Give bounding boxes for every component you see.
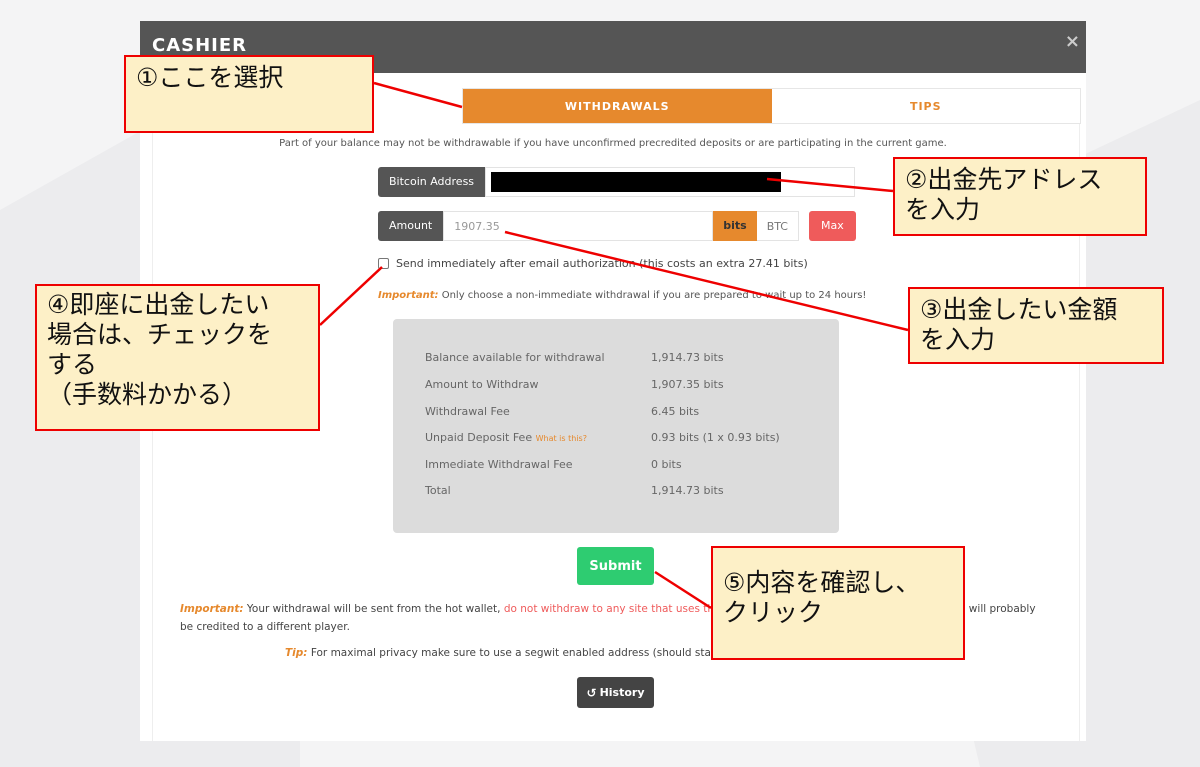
history-icon: ↺ (586, 685, 597, 700)
redacted-address (491, 172, 782, 192)
warning-prefix: Important: (180, 603, 244, 615)
summary-row: Unpaid Deposit Fee What is this? 0.93 bi… (425, 431, 825, 444)
tip-text: For maximal privacy make sure to use a s… (310, 647, 739, 659)
close-icon[interactable]: × (1065, 31, 1080, 52)
summary-value: 6.45 bits (651, 405, 700, 418)
callout-enter-amount: ③出金したい金額 を入力 (908, 287, 1164, 364)
tip-prefix: Tip: (285, 647, 308, 659)
summary-label: Amount to Withdraw (425, 378, 539, 391)
warning-text: Your withdrawal will be sent from the ho… (246, 603, 501, 615)
summary-value: 1,914.73 bits (651, 484, 724, 497)
history-label: History (599, 686, 645, 699)
important-note: Important: Only choose a non-immediate w… (378, 290, 866, 301)
amount-input[interactable] (444, 212, 713, 240)
callout-select-tab: ①ここを選択 (124, 55, 374, 133)
submit-button[interactable]: Submit (577, 547, 654, 585)
summary-value: 0 bits (651, 458, 682, 471)
callout-enter-address: ②出金先アドレス を入力 (893, 157, 1147, 236)
bitcoin-address-row: Bitcoin Address (378, 167, 856, 197)
warning-text-tail: s will probably (960, 603, 1036, 615)
important-text: Only choose a non-immediate withdrawal i… (441, 290, 867, 301)
privacy-tip: Tip: For maximal privacy make sure to us… (285, 647, 738, 659)
tab-withdrawals[interactable]: WITHDRAWALS (463, 89, 772, 123)
amount-label: Amount (378, 211, 444, 241)
summary-label: Balance available for withdrawal (425, 351, 605, 364)
unit-btc-button[interactable]: BTC (756, 211, 799, 241)
bitcoin-address-box (485, 167, 856, 197)
tab-tips[interactable]: TIPS (771, 89, 1080, 123)
summary-label: Withdrawal Fee (425, 405, 510, 418)
withdrawal-summary: Balance available for withdrawal 1,914.7… (393, 319, 839, 533)
callout-confirm-click: ⑤内容を確認し、 クリック (711, 546, 965, 660)
immediate-withdrawal-row: Send immediately after email authorizati… (378, 257, 808, 270)
summary-label: Total (425, 484, 451, 497)
callout-immediate-option: ④即座に出金したい 場合は、チェックを する （手数料かかる） (35, 284, 320, 431)
summary-value: 1,914.73 bits (651, 351, 724, 364)
modal-title: CASHIER (152, 35, 248, 56)
what-is-this-link[interactable]: What is this? (536, 434, 587, 443)
bitcoin-address-label: Bitcoin Address (378, 167, 486, 197)
summary-value: 1,907.35 bits (651, 378, 724, 391)
summary-row: Balance available for withdrawal 1,914.7… (425, 351, 825, 364)
history-button[interactable]: ↺ History (577, 677, 654, 708)
summary-value: 0.93 bits (1 x 0.93 bits) (651, 431, 780, 444)
summary-label: Immediate Withdrawal Fee (425, 458, 573, 471)
summary-row: Immediate Withdrawal Fee 0 bits (425, 458, 825, 471)
amount-box (443, 211, 714, 241)
immediate-withdrawal-label: Send immediately after email authorizati… (396, 257, 808, 270)
summary-label: Unpaid Deposit Fee (425, 431, 533, 444)
summary-row: Amount to Withdraw 1,907.35 bits (425, 378, 825, 391)
summary-row: Total 1,914.73 bits (425, 484, 825, 497)
max-button[interactable]: Max (809, 211, 856, 241)
balance-note: Part of your balance may not be withdraw… (279, 138, 947, 149)
summary-row: Withdrawal Fee 6.45 bits (425, 405, 825, 418)
unit-bits-button[interactable]: bits (713, 211, 757, 241)
immediate-withdrawal-checkbox[interactable] (378, 258, 389, 269)
amount-row: Amount bits BTC Max (378, 211, 856, 241)
cashier-tabs: WITHDRAWALS TIPS (462, 88, 1081, 124)
important-prefix: Important: (378, 290, 439, 301)
warning-text-line2: be credited to a different player. (180, 621, 350, 633)
